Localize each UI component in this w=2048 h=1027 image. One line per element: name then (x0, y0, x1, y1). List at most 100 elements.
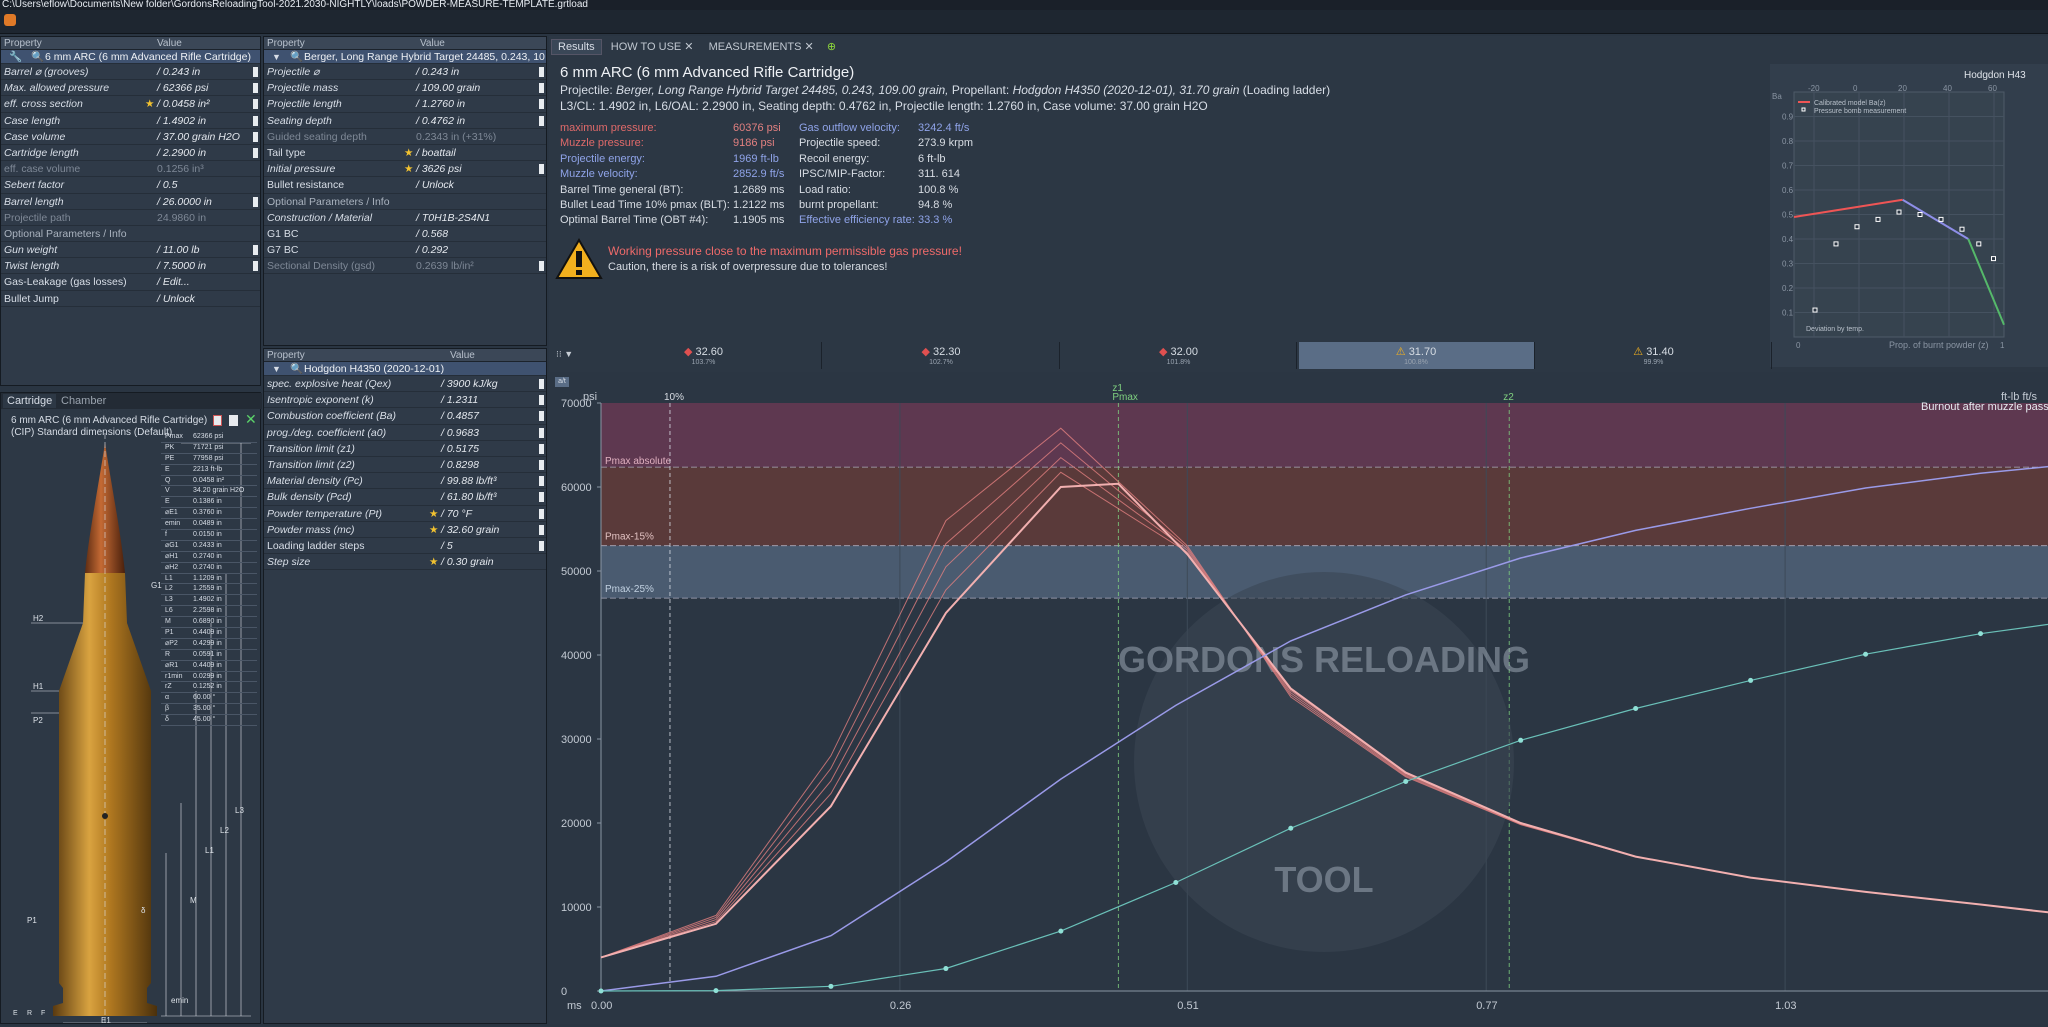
spin-button[interactable] (253, 131, 258, 142)
property-row-optional-parameters-info[interactable]: Optional Parameters / Info (1, 226, 260, 243)
property-value[interactable]: / Unlock (416, 177, 454, 193)
property-row-loading-ladder-steps[interactable]: Loading ladder steps / 5 (264, 538, 546, 555)
property-value[interactable]: / 0.9683 (441, 425, 479, 441)
property-row-tail-type[interactable]: Tail type / boattail ★ (264, 145, 546, 162)
property-value[interactable]: / 70 °F (441, 506, 472, 522)
property-value[interactable]: / 109.00 grain (416, 80, 480, 96)
property-value[interactable]: / 0.4857 (441, 408, 479, 424)
property-row-gun-weight[interactable]: Gun weight / 11.00 lb (1, 242, 260, 259)
spin-button[interactable] (253, 196, 258, 207)
property-row-spec-explosive-heat-qex[interactable]: spec. explosive heat (Qex) / 3900 kJ/kg (264, 376, 546, 393)
spin-button[interactable] (253, 115, 258, 126)
property-value[interactable]: / 99.88 lb/ft³ (441, 473, 496, 489)
property-value[interactable]: / 0.4762 in (416, 113, 465, 129)
tab-chamber[interactable]: Chamber (57, 394, 110, 408)
spin-button[interactable] (539, 83, 544, 94)
spin-button[interactable] (539, 411, 544, 422)
property-value[interactable]: / Unlock (157, 291, 195, 307)
spin-button[interactable] (539, 476, 544, 487)
spin-button[interactable] (539, 395, 544, 406)
spin-button[interactable] (253, 67, 258, 77)
property-value[interactable]: / 62366 psi (157, 80, 208, 96)
property-value[interactable]: / 11.00 lb (157, 242, 199, 258)
spin-button[interactable] (253, 245, 258, 256)
ladder-step-32-30[interactable]: ◆ 32.30 102.7% (824, 342, 1060, 369)
spin-button[interactable] (539, 524, 544, 535)
spin-button[interactable] (539, 164, 544, 175)
spin-button[interactable] (253, 147, 258, 158)
property-row-cartridge-length[interactable]: Cartridge length / 2.2900 in (1, 145, 260, 162)
tab-measurements[interactable]: MEASUREMENTS ✕ (703, 39, 820, 54)
ladder-step-31-40[interactable]: ⚠ 31.40 99.9% (1536, 342, 1772, 369)
property-value[interactable]: / 1.2760 in (416, 96, 465, 112)
spin-button[interactable] (539, 99, 544, 110)
property-row-case-length[interactable]: Case length / 1.4902 in (1, 113, 260, 129)
property-row-initial-pressure[interactable]: Initial pressure / 3626 psi ★ (264, 161, 546, 178)
property-value[interactable]: / 5 (441, 538, 453, 554)
spin-button[interactable] (539, 261, 544, 272)
property-value[interactable]: / 26.0000 in (157, 194, 212, 210)
tab-cartridge[interactable]: Cartridge (3, 394, 57, 408)
property-row-powder-temperature-pt[interactable]: Powder temperature (Pt) / 70 °F ★ (264, 506, 546, 522)
property-value[interactable]: / 0.243 in (416, 64, 459, 80)
property-value[interactable]: / boattail (416, 145, 456, 161)
property-value[interactable]: / 61.80 lb/ft³ (441, 489, 496, 505)
property-value[interactable]: / 0.30 grain (441, 554, 494, 570)
property-row-powder-mass-mc[interactable]: Powder mass (mc) / 32.60 grain ★ (264, 522, 546, 538)
spin-button[interactable] (539, 67, 544, 77)
property-value[interactable]: / 0.0458 in² (157, 96, 210, 112)
property-row-max-allowed-pressure[interactable]: Max. allowed pressure / 62366 psi (1, 80, 260, 97)
chevron-down-icon[interactable]: ▼ (272, 50, 281, 64)
tab-how-to-use[interactable]: HOW TO USE ✕ (605, 39, 700, 54)
property-row-bulk-density-pcd[interactable]: Bulk density (Pcd) / 61.80 lb/ft³ (264, 489, 546, 506)
property-row-projectile-path[interactable]: Projectile path 24.9860 in (1, 210, 260, 226)
spin-button[interactable] (539, 427, 544, 438)
property-value[interactable]: / Edit... (157, 274, 190, 290)
ladder-step-32-60[interactable]: ◆ 32.60 103.7% (586, 342, 822, 369)
chart-options-button[interactable]: a/t (555, 377, 569, 387)
property-row-case-volume[interactable]: Case volume / 37.00 grain H2O (1, 129, 260, 145)
tab-results[interactable]: Results (551, 39, 602, 55)
property-row-g1-bc[interactable]: G1 BC / 0.568 (264, 226, 546, 243)
spin-button[interactable] (539, 443, 544, 454)
property-value[interactable]: / 3626 psi (416, 161, 462, 177)
wrench-icon[interactable]: 🔧 (9, 50, 22, 64)
property-row-combustion-coefficient-ba[interactable]: Combustion coefficient (Ba) / 0.4857 (264, 408, 546, 425)
property-value[interactable]: / 37.00 grain H2O (157, 129, 240, 145)
property-value[interactable]: / 0.5175 (441, 441, 479, 457)
property-value[interactable]: / T0H1B-2S4N1 (416, 210, 490, 226)
property-value[interactable]: / 2.2900 in (157, 145, 206, 161)
property-row-twist-length[interactable]: Twist length / 7.5000 in (1, 258, 260, 275)
property-row-optional-parameters-info[interactable]: Optional Parameters / Info (264, 194, 546, 210)
property-row-seating-depth[interactable]: Seating depth / 0.4762 in (264, 113, 546, 129)
property-row-projectile-length[interactable]: Projectile length / 1.2760 in (264, 96, 546, 113)
property-value[interactable]: / 7.5000 in (157, 258, 206, 274)
property-value[interactable]: / 0.568 (416, 226, 448, 242)
property-value[interactable]: 0.1256 in³ (157, 161, 204, 177)
property-row-eff-case-volume[interactable]: eff. case volume 0.1256 in³ (1, 161, 260, 178)
property-value[interactable]: 0.2343 in (+31%) (416, 129, 496, 145)
spin-button[interactable] (253, 261, 258, 272)
property-row-g7-bc[interactable]: G7 BC / 0.292 (264, 242, 546, 259)
property-row-sebert-factor[interactable]: Sebert factor / 0.5 (1, 177, 260, 194)
spin-button[interactable] (253, 83, 258, 94)
property-value[interactable]: / 0.8298 (441, 457, 479, 473)
ladder-menu-icon[interactable]: ⁝⁝ ▼ (556, 349, 573, 360)
spin-button[interactable] (253, 99, 258, 110)
spin-button[interactable] (539, 379, 544, 389)
property-row-sectional-density-gsd[interactable]: Sectional Density (gsd) 0.2639 lb/in² (264, 258, 546, 275)
property-row-transition-limit-z1[interactable]: Transition limit (z1) / 0.5175 (264, 441, 546, 457)
property-row-prog-deg-coefficient-a0[interactable]: prog./deg. coefficient (a0) / 0.9683 (264, 425, 546, 441)
add-tab-icon[interactable]: ⊕ (823, 39, 840, 54)
property-row-isentropic-exponent-k[interactable]: Isentropic exponent (k) / 1.2311 (264, 392, 546, 409)
property-row-bullet-jump[interactable]: Bullet Jump / Unlock (1, 291, 260, 307)
property-row-bullet-resistance[interactable]: Bullet resistance / Unlock (264, 177, 546, 194)
property-value[interactable]: / 0.292 (416, 242, 448, 258)
projectile-select[interactable]: ▼ 🔍 Berger, Long Range Hybrid Target 244… (264, 50, 546, 64)
property-row-projectile-mass[interactable]: Projectile mass / 109.00 grain (264, 80, 546, 97)
ladder-step-32-00[interactable]: ◆ 32.00 101.8% (1061, 342, 1297, 369)
chevron-down-icon[interactable]: ▼ (272, 362, 281, 376)
property-value[interactable]: 0.2639 lb/in² (416, 258, 474, 274)
property-row-gas-leakage-gas-losses[interactable]: Gas-Leakage (gas losses) / Edit... (1, 274, 260, 291)
spin-button[interactable] (539, 540, 544, 551)
